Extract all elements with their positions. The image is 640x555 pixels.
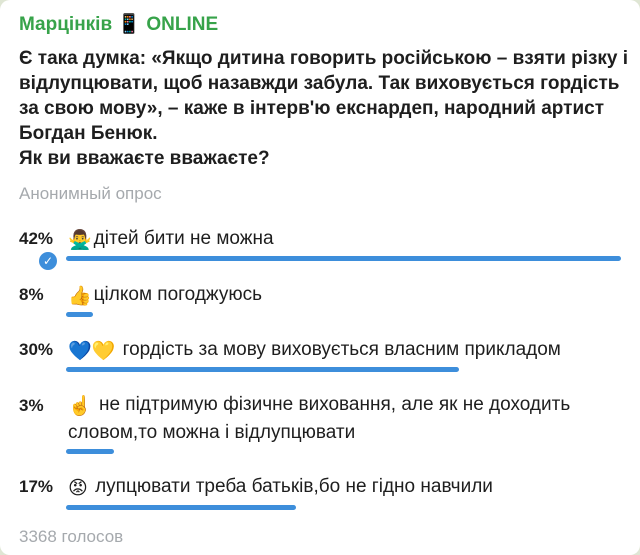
poll-question-text: Є така думка: «Якщо дитина говорить росі… [19, 48, 629, 144]
option-percent: 8% [19, 285, 44, 304]
chosen-check-icon: ✓ [39, 252, 57, 270]
blue-yellow-hearts-emoji: 💙💛 [68, 341, 116, 362]
channel-name-text: Марцінків 📱 ONLINE [19, 14, 219, 35]
option-text: не підтримую фізичне виховання, але як н… [68, 394, 571, 443]
person-gesturing-no-emoji: 🙅‍♂️ [68, 230, 92, 251]
option-label: ☝️ не підтримую фізичне виховання, але я… [68, 392, 628, 446]
option-percent: 42% [19, 229, 54, 248]
index-pointing-up-emoji: ☝️ [68, 396, 92, 417]
option-label: 👍 цілком погоджуюсь [68, 282, 628, 310]
option-text: гордість за мову виховується власним при… [117, 339, 561, 360]
option-percent: 3% [19, 396, 44, 415]
option-text: дітей бити не можна [93, 228, 274, 249]
option-5-result-bar [66, 505, 296, 510]
poll-question-subtext: Як ви вважаєте вважаєте? [19, 148, 270, 169]
option-label: 🙅‍♂️ дітей бити не можна [68, 226, 628, 254]
option-label: 💙💛 гордість за мову виховується власним … [68, 337, 628, 365]
option-2-result-bar [66, 312, 93, 317]
option-percent: 30% [19, 340, 54, 359]
channel-name[interactable]: Марцінків 📱 ONLINE [19, 12, 218, 36]
poll-type-label: Анонимный опрос [19, 184, 162, 203]
votes-count: 3368 голосов [19, 527, 124, 546]
thumbs-up-emoji: 👍 [68, 286, 92, 307]
option-label: 😡 лупцювати треба батьків,бо не гідно на… [68, 474, 628, 502]
poll-message-bubble: Марцінків 📱 ONLINE Є така думка: «Якщо д… [0, 0, 640, 555]
option-3-result-bar [66, 367, 459, 372]
poll-question: Є така думка: «Якщо дитина говорить росі… [19, 46, 629, 171]
option-text: лупцювати треба батьків,бо не гідно навч… [89, 476, 493, 497]
option-1-result-bar [66, 256, 621, 261]
option-4-result-bar [66, 449, 114, 454]
option-percent: 17% [19, 477, 54, 496]
angry-face-emoji: 😡 [68, 478, 88, 499]
option-text: цілком погоджуюсь [93, 284, 262, 305]
